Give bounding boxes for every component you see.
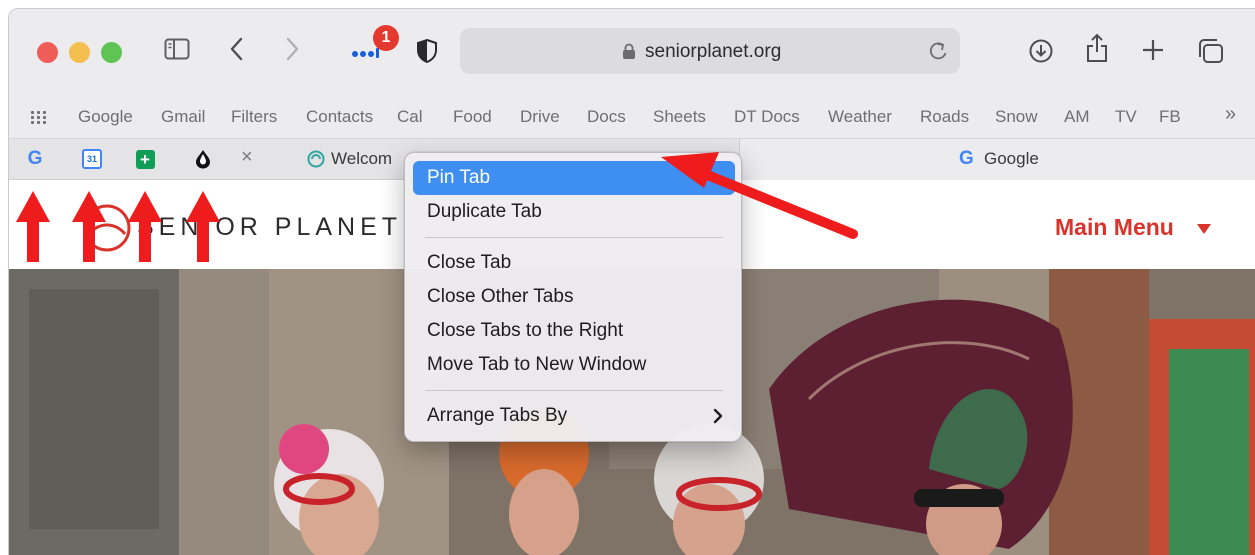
extension-badge: 1: [373, 25, 399, 51]
apps-grid-icon[interactable]: [31, 111, 49, 125]
menu-item-close-tabs-right[interactable]: Close Tabs to the Right: [413, 314, 735, 348]
site-logo-text[interactable]: SEN OR PLANET: [137, 213, 402, 242]
favorite-link[interactable]: Sheets: [653, 107, 706, 127]
close-tab-icon[interactable]: ×: [241, 146, 253, 169]
menu-item-close-tab[interactable]: Close Tab: [413, 246, 735, 280]
google-favicon: G: [27, 148, 43, 169]
google-calendar-favicon: 31: [82, 149, 102, 169]
favorite-link[interactable]: Drive: [520, 107, 560, 127]
favorite-link[interactable]: FB: [1159, 107, 1181, 127]
forward-icon[interactable]: [286, 37, 300, 61]
pinned-tab-calendar[interactable]: 31: [82, 149, 102, 169]
menu-item-move-tab-new-window[interactable]: Move Tab to New Window: [413, 348, 735, 382]
black-drop-favicon: [196, 150, 210, 169]
screenshot: 1 seniorplanet.org Google Gmail Filters …: [0, 0, 1255, 555]
google-sheets-favicon: +: [135, 149, 155, 169]
browser-window: 1 seniorplanet.org Google Gmail Filters …: [8, 8, 1255, 555]
tab-context-menu: Pin Tab Duplicate Tab Close Tab Close Ot…: [404, 152, 742, 442]
tab-google[interactable]: G Google: [739, 139, 1255, 180]
share-icon[interactable]: [1085, 33, 1109, 63]
senior-planet-favicon: [307, 150, 325, 173]
minimize-window-button[interactable]: [69, 42, 90, 63]
favorite-link[interactable]: AM: [1064, 107, 1090, 127]
favorite-link[interactable]: Contacts: [306, 107, 373, 127]
favorite-link[interactable]: TV: [1115, 107, 1137, 127]
lock-icon: [622, 43, 636, 65]
pinned-tab-google[interactable]: G: [25, 148, 45, 169]
menu-separator: [425, 390, 723, 391]
extension-dots-icon[interactable]: [351, 47, 381, 59]
downloads-icon[interactable]: [1029, 39, 1053, 63]
zoom-window-button[interactable]: [101, 42, 122, 63]
google-favicon: G: [959, 148, 974, 169]
favorite-link[interactable]: Food: [453, 107, 492, 127]
menu-item-pin-tab[interactable]: Pin Tab: [413, 161, 735, 195]
reload-icon[interactable]: [928, 40, 948, 67]
menu-separator: [425, 237, 723, 238]
tab-title-active[interactable]: Welcom: [331, 149, 392, 169]
close-window-button[interactable]: [37, 42, 58, 63]
menu-item-duplicate-tab[interactable]: Duplicate Tab: [413, 195, 735, 229]
back-icon[interactable]: [229, 37, 243, 61]
favorite-link[interactable]: Google: [78, 107, 133, 127]
caret-down-icon[interactable]: [1197, 224, 1211, 234]
menu-item-arrange-tabs-by[interactable]: Arrange Tabs By: [413, 399, 735, 433]
favorites-overflow-icon[interactable]: »: [1225, 103, 1236, 126]
sidebar-toggle-icon[interactable]: [164, 38, 190, 60]
favorite-link[interactable]: Weather: [828, 107, 892, 127]
favorite-link[interactable]: Gmail: [161, 107, 205, 127]
senior-planet-logo-icon[interactable]: [79, 200, 135, 261]
pinned-tab-sheets[interactable]: +: [135, 149, 155, 169]
pinned-tab-drop[interactable]: [193, 149, 213, 169]
favorite-link[interactable]: Docs: [587, 107, 626, 127]
tab-title-google: Google: [984, 149, 1039, 168]
menu-item-close-other-tabs[interactable]: Close Other Tabs: [413, 280, 735, 314]
chevron-right-icon: [713, 408, 723, 429]
new-tab-icon[interactable]: [1142, 39, 1164, 61]
favorite-link[interactable]: Filters: [231, 107, 277, 127]
toolbar: 1 seniorplanet.org: [9, 9, 1255, 93]
address-bar[interactable]: seniorplanet.org: [460, 28, 960, 74]
main-menu-button[interactable]: Main Menu: [1055, 214, 1174, 241]
url-text: seniorplanet.org: [645, 41, 782, 62]
privacy-shield-icon[interactable]: [416, 38, 438, 64]
favorite-link[interactable]: DT Docs: [734, 107, 800, 127]
favorites-bar: Google Gmail Filters Contacts Cal Food D…: [9, 93, 1255, 139]
favorite-link[interactable]: Cal: [397, 107, 423, 127]
tab-overview-icon[interactable]: [1197, 38, 1225, 64]
favorite-link[interactable]: Snow: [995, 107, 1038, 127]
favorite-link[interactable]: Roads: [920, 107, 969, 127]
